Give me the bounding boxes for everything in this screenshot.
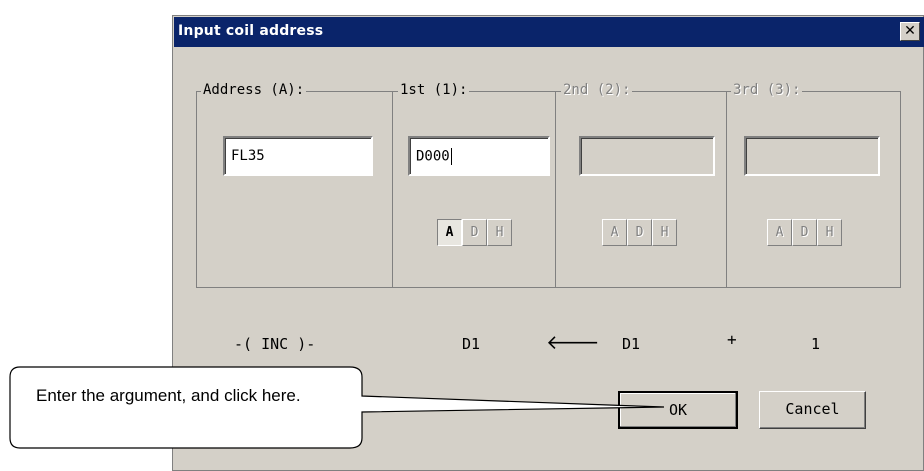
callout-text: Enter the argument, and click here. xyxy=(36,386,301,405)
